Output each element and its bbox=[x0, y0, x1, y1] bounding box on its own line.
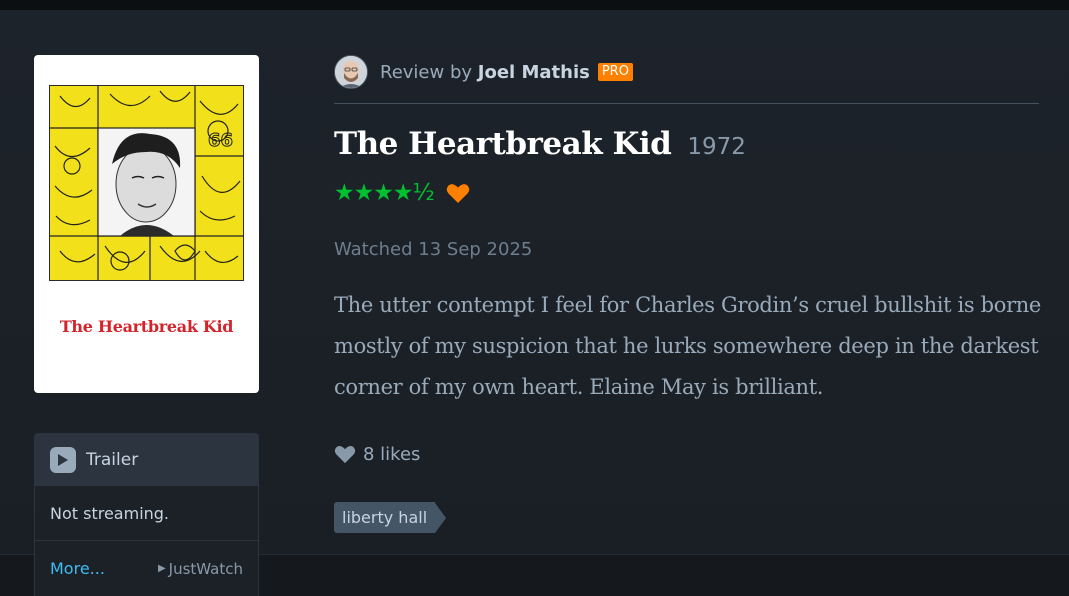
tag-tip bbox=[435, 502, 447, 533]
panel-footer: More... ▶ JustWatch bbox=[35, 541, 258, 596]
justwatch-label: JustWatch bbox=[168, 559, 243, 578]
star-rating: ★★★★½ bbox=[334, 180, 435, 206]
likes-count: 8 likes bbox=[363, 444, 421, 465]
likes-link[interactable]: 8 likes bbox=[334, 444, 420, 465]
poster-title: The Heartbreak Kid bbox=[59, 317, 234, 336]
justwatch-icon: ▶ bbox=[157, 563, 166, 574]
watch-panel: Trailer Not streaming. More... ▶ JustWat… bbox=[34, 433, 259, 596]
trailer-label: Trailer bbox=[86, 450, 139, 470]
review-by-prefix: Review by bbox=[380, 61, 473, 83]
review-text: The utter contempt I feel for Charles Gr… bbox=[334, 293, 1042, 399]
svg-text:66: 66 bbox=[208, 130, 233, 151]
review-header: Review by Joel Mathis PRO bbox=[334, 55, 1039, 104]
review-by-label: Review by Joel Mathis bbox=[380, 62, 590, 83]
film-year[interactable]: 1972 bbox=[687, 134, 746, 160]
justwatch-link[interactable]: ▶ JustWatch bbox=[158, 560, 243, 578]
film-title-row: The Heartbreak Kid 1972 bbox=[334, 126, 746, 162]
watched-date: Watched 13 Sep 2025 bbox=[334, 239, 533, 260]
rating-row: ★★★★½ bbox=[334, 179, 470, 207]
poster-artwork: 66 bbox=[49, 85, 244, 281]
pro-badge: PRO bbox=[597, 63, 633, 81]
more-link[interactable]: More... bbox=[50, 559, 105, 578]
reviewer-name[interactable]: Joel Mathis bbox=[478, 62, 590, 83]
tag-label: liberty hall bbox=[334, 502, 436, 533]
like-heart-icon[interactable] bbox=[334, 445, 356, 464]
streaming-status: Not streaming. bbox=[35, 486, 258, 541]
film-poster[interactable]: 66 The Heartbreak Kid bbox=[34, 55, 259, 393]
heart-icon bbox=[446, 183, 470, 204]
play-icon bbox=[50, 447, 76, 473]
top-bar bbox=[0, 0, 1069, 10]
avatar[interactable] bbox=[334, 55, 368, 89]
tag-liberty-hall[interactable]: liberty hall bbox=[334, 502, 447, 533]
trailer-button[interactable]: Trailer bbox=[35, 434, 258, 486]
film-title[interactable]: The Heartbreak Kid bbox=[334, 126, 672, 162]
